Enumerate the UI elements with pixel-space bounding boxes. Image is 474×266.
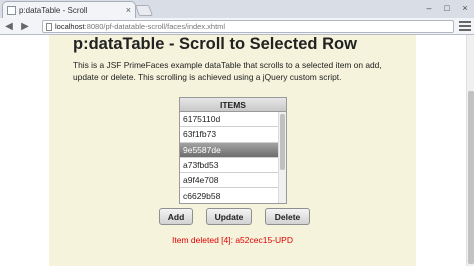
- table-row[interactable]: a9f4e708: [180, 173, 278, 189]
- datatable-scrollbar-thumb[interactable]: [280, 114, 285, 170]
- table-row[interactable]: 6175110d: [180, 112, 278, 128]
- browser-toolbar: ◀ ▶ localhost:8080/pf-datatable-scroll/f…: [0, 18, 474, 35]
- add-button[interactable]: Add: [159, 208, 193, 225]
- page-content: p:dataTable - Scroll to Selected Row Thi…: [49, 35, 416, 266]
- table-row[interactable]: c6629b58: [180, 188, 278, 203]
- close-window-icon[interactable]: ×: [456, 0, 474, 15]
- page-icon: [46, 23, 52, 31]
- page-description: This is a JSF PrimeFaces example dataTab…: [73, 60, 382, 82]
- table-row-selected[interactable]: 9e5587de: [180, 142, 278, 158]
- page-viewport: p:dataTable - Scroll to Selected Row Thi…: [0, 35, 466, 266]
- browser-tab[interactable]: p:dataTable - Scroll ×: [2, 1, 136, 18]
- minimize-icon[interactable]: –: [420, 0, 438, 15]
- maximize-icon[interactable]: □: [438, 0, 456, 15]
- status-message: Item deleted [4]: a52cec15-UPD: [172, 235, 293, 245]
- tab-close-icon[interactable]: ×: [126, 5, 131, 15]
- window-controls: – □ ×: [420, 0, 474, 15]
- items-datatable: ITEMS 6175110d 63f1fb73 9e5587de a73fbd5…: [179, 97, 287, 204]
- delete-button[interactable]: Delete: [265, 208, 310, 225]
- address-bar[interactable]: localhost:8080/pf-datatable-scroll/faces…: [42, 20, 454, 33]
- url-host: localhost: [55, 22, 85, 31]
- tab-title: p:dataTable - Scroll: [19, 5, 88, 15]
- browser-tab-strip: p:dataTable - Scroll × – □ ×: [0, 0, 474, 18]
- page-title: p:dataTable - Scroll to Selected Row: [73, 35, 357, 53]
- datatable-scroll-body: 6175110d 63f1fb73 9e5587de a73fbd53 a9f4…: [180, 112, 286, 203]
- url-path: :8080/pf-datatable-scroll/faces/index.xh…: [84, 22, 226, 31]
- browser-menu-icon[interactable]: [459, 20, 471, 32]
- forward-arrow-icon[interactable]: ▶: [18, 20, 32, 33]
- datatable-scrollbar[interactable]: [278, 112, 286, 203]
- table-row[interactable]: a73fbd53: [180, 158, 278, 174]
- update-button[interactable]: Update: [206, 208, 252, 225]
- page-favicon-icon: [7, 5, 16, 15]
- page-scrollbar-thumb[interactable]: [468, 91, 474, 264]
- new-tab-button[interactable]: [134, 5, 154, 16]
- table-row[interactable]: 63f1fb73: [180, 127, 278, 143]
- back-arrow-icon[interactable]: ◀: [2, 20, 16, 33]
- items-column-header[interactable]: ITEMS: [180, 98, 286, 112]
- page-scrollbar[interactable]: [466, 35, 474, 266]
- action-buttons: Add Update Delete: [159, 208, 310, 225]
